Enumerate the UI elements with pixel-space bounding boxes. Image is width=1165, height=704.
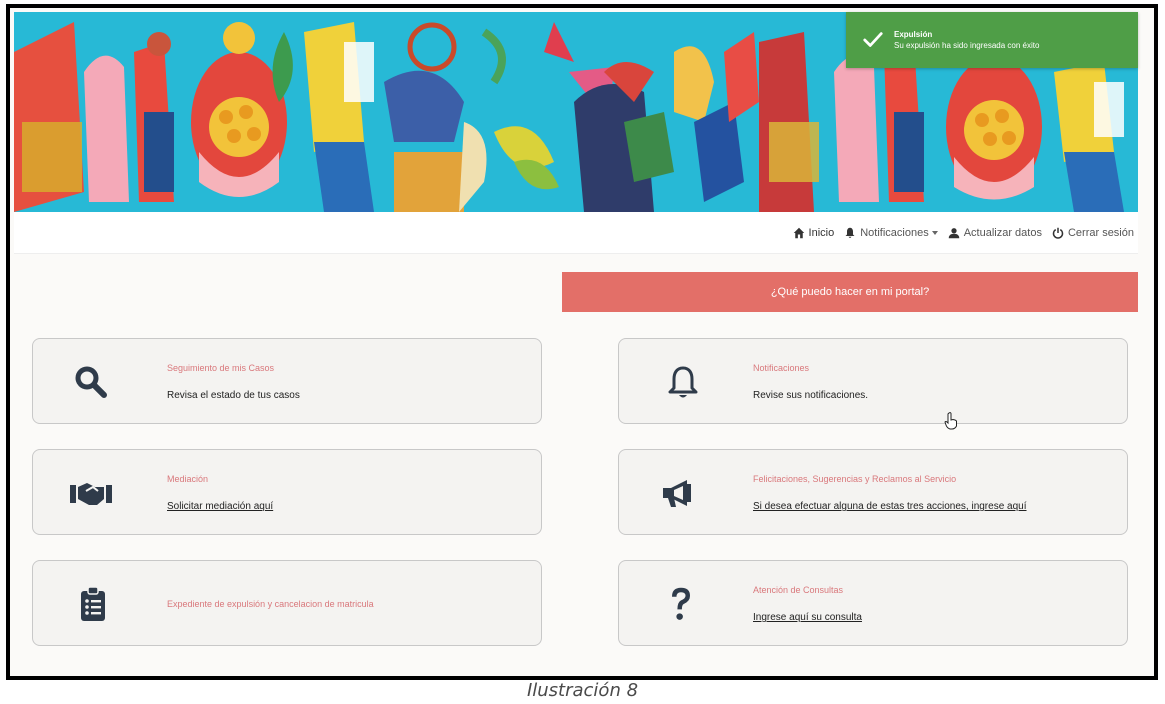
chevron-down-icon bbox=[931, 230, 938, 235]
card-queries-title: Atención de Consultas bbox=[753, 585, 844, 595]
nav-notifications-label: Notificaciones bbox=[860, 226, 929, 239]
card-expulsion-file[interactable]: Expediente de expulsión y cancelacion de… bbox=[32, 560, 542, 646]
card-mediation-link[interactable]: Solicitar mediación aquí bbox=[167, 501, 273, 512]
card-notifications-title: Notificaciones bbox=[753, 363, 810, 373]
card-notifications[interactable]: Notificaciones Revise sus notificaciones… bbox=[618, 338, 1128, 424]
top-navbar: Inicio Notificaciones Actualizar datos C… bbox=[14, 212, 1138, 254]
user-icon bbox=[948, 227, 959, 238]
handshake-icon bbox=[70, 483, 112, 505]
megaphone-icon bbox=[663, 480, 691, 507]
portal-help-bar[interactable]: ¿Qué puedo hacer en mi portal? bbox=[562, 272, 1138, 312]
card-case-tracking[interactable]: Seguimiento de mis Casos Revisa el estad… bbox=[32, 338, 542, 424]
hand-pointer-icon bbox=[944, 412, 957, 430]
card-expulsion-title: Expediente de expulsión y cancelacion de… bbox=[167, 599, 374, 609]
search-icon bbox=[75, 366, 107, 398]
nav-logout-label: Cerrar sesión bbox=[1067, 226, 1134, 239]
card-feedback[interactable]: Felicitaciones, Sugerencias y Reclamos a… bbox=[618, 449, 1128, 535]
card-feedback-link[interactable]: Si desea efectuar alguna de estas tres a… bbox=[753, 501, 1027, 512]
home-icon bbox=[793, 227, 804, 238]
bell-icon bbox=[845, 227, 855, 238]
nav-home-link[interactable]: Inicio bbox=[793, 226, 835, 239]
figure-caption: Ilustración 8 bbox=[526, 680, 639, 701]
nav-home-label: Inicio bbox=[808, 226, 835, 239]
nav-logout-link[interactable]: Cerrar sesión bbox=[1052, 227, 1134, 239]
question-icon bbox=[672, 587, 690, 620]
card-mediation-title: Mediación bbox=[167, 474, 209, 484]
card-feedback-title: Felicitaciones, Sugerencias y Reclamos a… bbox=[753, 474, 957, 484]
card-queries-link[interactable]: Ingrese aquí su consulta bbox=[753, 612, 862, 623]
card-mediation[interactable]: Mediación Solicitar mediación aquí bbox=[32, 449, 542, 535]
toast-text: Expulsión Su expulsión ha sido ingresada… bbox=[894, 29, 1039, 51]
clipboard-list-icon bbox=[81, 586, 105, 621]
card-queries[interactable]: Atención de Consultas Ingrese aquí su co… bbox=[618, 560, 1128, 646]
nav-update-label: Actualizar datos bbox=[963, 226, 1042, 239]
toast-title: Expulsión bbox=[894, 30, 933, 39]
card-notifications-desc: Revise sus notificaciones. bbox=[753, 390, 869, 401]
portal-help-label: ¿Qué puedo hacer en mi portal? bbox=[770, 286, 930, 298]
card-case-tracking-desc: Revisa el estado de tus casos bbox=[167, 390, 300, 401]
bell-icon bbox=[668, 366, 698, 398]
nav-notifications-dropdown[interactable]: Notificaciones bbox=[844, 226, 938, 239]
power-icon bbox=[1052, 227, 1064, 239]
success-toast[interactable]: Expulsión Su expulsión ha sido ingresada… bbox=[846, 12, 1138, 68]
checkmark-icon bbox=[863, 32, 883, 47]
toast-message: Su expulsión ha sido ingresada con éxito bbox=[894, 41, 1040, 50]
nav-update-data-link[interactable]: Actualizar datos bbox=[948, 227, 1042, 239]
card-case-tracking-title: Seguimiento de mis Casos bbox=[167, 363, 275, 373]
